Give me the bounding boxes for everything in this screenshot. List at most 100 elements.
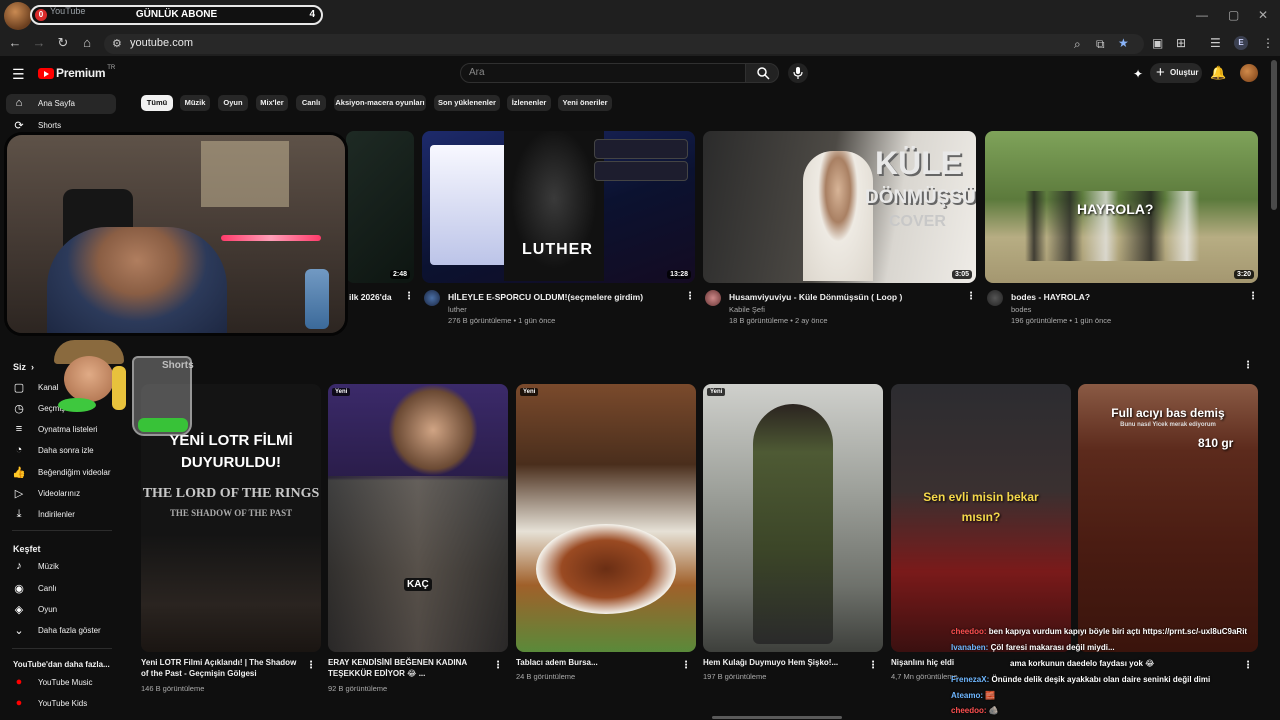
media-icon[interactable]: ▣ — [1152, 36, 1163, 50]
channel-name[interactable]: Kabile Şefi — [729, 305, 765, 314]
sidebar-item-playlists[interactable]: ≡ Oynatma listeleri — [6, 420, 116, 440]
youtube-logo[interactable]: Premium TR — [38, 65, 115, 80]
sidebar-item-liked[interactable]: 👍 Beğendiğim videolar — [6, 463, 116, 483]
short-thumbnail[interactable]: Full acıyı bas demiş Bunu nasıl Yicek me… — [1078, 384, 1258, 652]
more-options-icon[interactable]: ⋮ — [1248, 291, 1258, 302]
more-options-icon[interactable]: ⋮ — [868, 660, 878, 671]
sidebar-item-home[interactable]: ⌂ Ana Sayfa — [6, 94, 116, 114]
download-icon: ⤓ — [16, 508, 22, 520]
home-icon: ⌂ — [15, 97, 23, 109]
chip-action-adventure[interactable]: Aksiyon-macera oyunları — [334, 95, 426, 111]
streamer-avatar — [4, 2, 32, 30]
cast-icon[interactable]: ✦ — [1133, 67, 1143, 81]
channel-avatar[interactable] — [987, 290, 1003, 306]
chat-message: FrenezaX: Önünde delik deşik ayakkabı ol… — [951, 675, 1211, 684]
more-options-icon[interactable]: ⋮ — [966, 291, 976, 302]
video-title[interactable]: bodes - HAYROLA? — [1011, 292, 1090, 302]
sidebar-item-show-more[interactable]: ⌄ Daha fazla göster — [6, 621, 116, 641]
short-title[interactable]: ERAY KENDİSİNİ BEĞENEN KADINA TEŞEKKÜR ED… — [328, 657, 493, 679]
chip-new-to-you[interactable]: Yeni öneriler — [558, 95, 612, 111]
webcam-overlay — [4, 132, 348, 336]
video-thumbnail[interactable]: LUTHER 13:28 — [422, 131, 695, 283]
sidebar-item-downloads[interactable]: ⤓ İndirilenler — [6, 505, 116, 525]
channel-name[interactable]: bodes — [1011, 305, 1031, 314]
chip-all[interactable]: Tümü — [141, 95, 173, 111]
channel-avatar[interactable] — [424, 290, 440, 306]
video-thumbnail[interactable]: 2:48 — [346, 131, 414, 283]
chip-music[interactable]: Müzik — [180, 95, 210, 111]
vertical-scrollbar[interactable] — [1271, 60, 1277, 210]
chip-gaming[interactable]: Oyun — [218, 95, 248, 111]
short-title[interactable]: Tablacı adem Bursa... — [516, 657, 681, 668]
bookmark-star-icon[interactable]: ★ — [1118, 36, 1129, 50]
sidebar-item-watch-later[interactable]: ◔ Daha sonra izle — [6, 441, 116, 461]
sidebar-item-youtube-music[interactable]: ● YouTube Music — [6, 673, 116, 693]
profile-icon[interactable]: E — [1234, 36, 1248, 50]
more-options-icon[interactable]: ⋮ — [685, 291, 695, 302]
video-title[interactable]: Husamviyuviyu - Küle Dönmüşsün ( Loop ) — [729, 292, 902, 302]
more-options-icon[interactable]: ⋮ — [681, 660, 691, 671]
chip-mixes[interactable]: Mix'ler — [256, 95, 288, 111]
short-title[interactable]: Yeni LOTR Filmi Açıklandı! | The Shadow o… — [141, 657, 306, 679]
video-thumbnail[interactable]: KÜLE DÖNMÜŞSÜN COVER 3:05 — [703, 131, 976, 283]
you-section-heading[interactable]: Siz — [13, 362, 26, 372]
site-settings-icon[interactable]: ⚙ — [112, 37, 122, 50]
channel-avatar[interactable] — [705, 290, 721, 306]
browser-tab[interactable]: 0 YouTube GÜNLÜK ABONE 4 — [30, 5, 323, 25]
shorts-more-options-icon[interactable]: ⋮ — [1243, 360, 1253, 371]
shorts-icon: ⟳ — [14, 120, 24, 132]
horizontal-scrollbar[interactable] — [712, 716, 842, 719]
short-thumbnail[interactable]: Yeni KAÇ — [328, 384, 508, 652]
url-field[interactable]: ⚙ youtube.com ⌕ ⧉ ★ — [104, 34, 1144, 54]
plus-icon: + — [1156, 64, 1165, 81]
install-app-icon[interactable]: ⧉ — [1096, 37, 1105, 52]
browser-menu-icon[interactable]: ⋮ — [1262, 36, 1274, 50]
sidebar-item-your-videos[interactable]: ▷ Videolarınız — [6, 484, 116, 504]
mic-icon — [793, 67, 803, 79]
video-thumbnail[interactable]: HAYROLA? 3:20 — [985, 131, 1258, 283]
forward-icon[interactable]: → — [30, 35, 48, 50]
chip-live[interactable]: Canlı — [296, 95, 326, 111]
create-button[interactable]: + Oluştur — [1150, 63, 1202, 83]
maximize-icon[interactable]: ▢ — [1228, 8, 1239, 22]
hamburger-menu-icon[interactable]: ☰ — [12, 66, 25, 83]
video-title[interactable]: HİLEYLE E-SPORCU OLDUM!(seçmelere girdim… — [448, 292, 643, 302]
street-scene — [328, 476, 508, 652]
thumbnail-text: DUYURULDU! — [181, 454, 281, 471]
chip-watched[interactable]: İzlenenler — [507, 95, 551, 111]
reload-icon[interactable]: ↻ — [54, 35, 72, 51]
more-options-icon[interactable]: ⋮ — [306, 660, 316, 671]
sidebar-item-music[interactable]: ♪ Müzik — [6, 557, 116, 577]
short-thumbnail[interactable]: Yeni — [516, 384, 696, 652]
search-input[interactable]: Ara — [460, 63, 746, 83]
search-button[interactable] — [745, 63, 779, 83]
zoom-icon[interactable]: ⌕ — [1074, 37, 1081, 52]
more-options-icon[interactable]: ⋮ — [1243, 660, 1253, 671]
thumbnail-text: KAÇ — [404, 578, 432, 591]
sidebar-item-youtube-kids[interactable]: ● YouTube Kids — [6, 694, 116, 714]
chip-recently-uploaded[interactable]: Son yüklenenler — [434, 95, 500, 111]
account-avatar[interactable] — [1240, 64, 1258, 82]
short-thumbnail[interactable]: Yeni — [703, 384, 883, 652]
more-options-icon[interactable]: ⋮ — [404, 291, 414, 302]
mascot-money — [58, 398, 96, 412]
more-options-icon[interactable]: ⋮ — [493, 660, 503, 671]
short-meta: 4,7 Mn görüntüleme — [891, 672, 958, 681]
sidebar-item-live[interactable]: ◉ Canlı — [6, 579, 116, 599]
home-nav-icon[interactable]: ⌂ — [78, 35, 96, 50]
video-title[interactable]: ilk 2026'da — [349, 292, 392, 302]
chevron-down-icon: ⌄ — [14, 625, 24, 637]
sidebar-item-label: Ana Sayfa — [38, 99, 75, 108]
sidebar-item-gaming[interactable]: ◈ Oyun — [6, 600, 116, 620]
youtube-music-icon: ● — [15, 676, 23, 688]
short-thumbnail[interactable]: Sen evli misin bekar mısın? — [891, 384, 1071, 652]
notifications-bell-icon[interactable]: 🔔 — [1210, 65, 1226, 81]
extensions-icon[interactable]: ⊞ — [1176, 36, 1186, 50]
short-title[interactable]: Hem Kulağı Duymuyo Hem Şişko!... — [703, 657, 868, 668]
voice-search-button[interactable] — [788, 63, 808, 83]
reading-list-icon[interactable]: ☰ — [1210, 36, 1221, 50]
back-icon[interactable]: ← — [6, 35, 24, 50]
channel-name[interactable]: luther — [448, 305, 467, 314]
minimize-icon[interactable]: — — [1196, 8, 1208, 22]
close-icon[interactable]: ✕ — [1258, 8, 1268, 22]
